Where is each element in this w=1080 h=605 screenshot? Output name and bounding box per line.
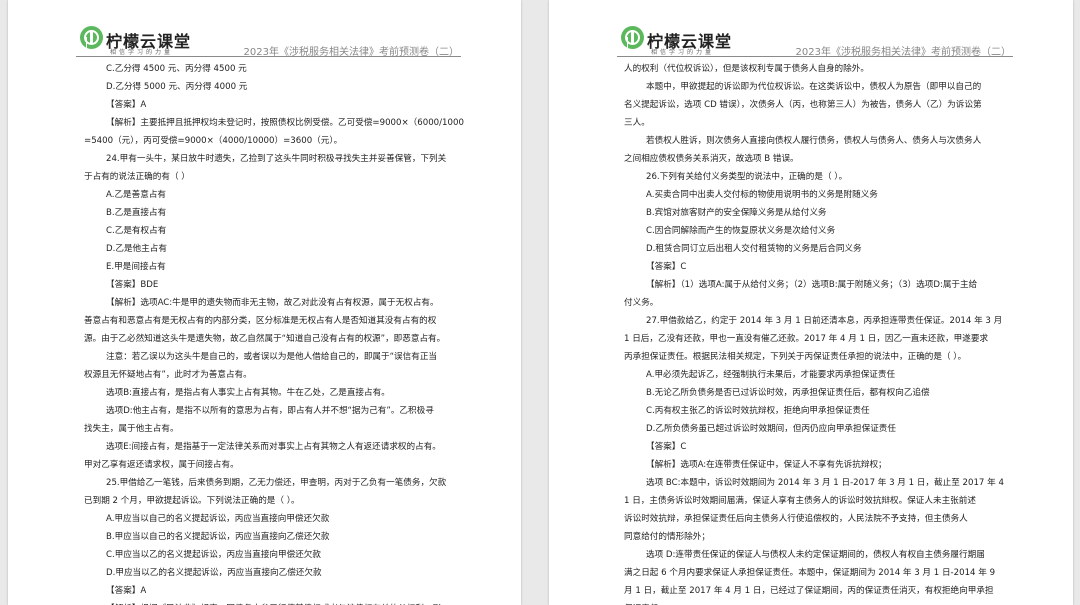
text-line: 选项 D:连带责任保证的保证人与债权人未约定保证期间的，债权人有权自主债务履行期… xyxy=(646,550,985,560)
brand-slogan: 相信学习的力量 xyxy=(110,49,174,56)
text-line: 本题中，甲欲提起的诉讼即为代位权诉讼。在这类诉讼中，债权人为原告（即甲以自己的 xyxy=(646,82,982,92)
text-line: 【答案】A xyxy=(106,100,147,110)
text-line: 甲对乙享有返还请求权，属于间接占有。 xyxy=(84,460,239,470)
text-line: A.甲必须先起诉乙，经强制执行未果后，才能要求丙承担保证责任 xyxy=(646,370,896,380)
text-line: D.甲应当以乙的名义提起诉讼，丙应当直接向乙偿还欠款 xyxy=(106,568,322,578)
text-line: 【答案】C xyxy=(646,442,687,452)
text-line: 于占有的说法正确的有（ ） xyxy=(84,172,190,182)
text-line: 丙承担保证责任。根据民法相关规定，下列关于丙保证责任承担的说法中，正确的是（ ）… xyxy=(624,352,967,362)
text-line: 若债权人胜诉，则次债务人直接向债权人履行债务，债权人与债务人、债务人与次债务人 xyxy=(646,136,982,146)
text-line: 选项B:直接占有，是指占有人事实上占有其物。牛在乙处，乙是直接占有。 xyxy=(106,388,390,398)
page-body: C.乙分得 4500 元、丙分得 4500 元 D.乙分得 5000 元、丙分得 … xyxy=(84,60,464,605)
text-line: 1 日后，乙没有还款，甲也一直没有催乙还款。2017 年 4 月 1 日，因乙一… xyxy=(624,334,989,344)
text-line: B.无论乙所负债务是否已过诉讼时效，丙承担保证责任后，都有权向乙追偿 xyxy=(646,388,930,398)
text-line: 【答案】C xyxy=(646,262,687,272)
text-line: 选项D:他主占有，是指不以所有的意思为占有，即占有人并不想“据为己有”。乙积极寻 xyxy=(106,406,434,416)
text-line: 【解析】根据《民法典》规定，因债务人怠于行使其债权或者与该债权有关的从权利，影 xyxy=(84,600,464,605)
text-line: 之间相应债权债务关系消灭，故选项 B 错误。 xyxy=(624,154,799,164)
text-line: E.甲是间接占有 xyxy=(106,262,166,272)
lemon-logo-icon xyxy=(621,26,644,49)
lemon-logo-icon xyxy=(80,26,103,49)
text-line: A.买卖合同中出卖人交付标的物使用说明书的义务是附随义务 xyxy=(646,190,878,200)
page-header: 柠檬云课堂 相信学习的力量 2023年《涉税服务相关法律》考前预测卷（二） xyxy=(549,0,1073,58)
text-line: B.甲应当以自己的名义提起诉讼，丙应当直接向乙偿还欠款 xyxy=(106,532,330,542)
header-divider xyxy=(76,56,461,57)
text-line: C.甲应当以乙的名义提起诉讼，丙应当直接向甲偿还欠款 xyxy=(106,550,321,560)
text-line: C.乙是有权占有 xyxy=(106,226,167,236)
text-line: =5400（元），丙可受偿=9000×（4000/10000）=3600（元）。 xyxy=(84,136,343,146)
text-line: 月 1 日，截止至 2017 年 4 月 1 日，已经过了保证期间，丙的保证责任… xyxy=(624,586,994,596)
text-line: C.丙有权主张乙的诉讼时效抗辩权，拒绝向甲承担保证责任 xyxy=(646,406,870,416)
text-line: 注意：若乙误以为这头牛是自己的，或者误以为是他人借给自己的，即属于“误信有正当 xyxy=(106,352,438,362)
text-line: 1 日，主债务诉讼时效期间届满，保证人享有主债务人的诉讼时效抗辩权。保证人未主张… xyxy=(624,496,976,506)
header-divider xyxy=(617,56,1013,57)
text-line: 付义务。 xyxy=(624,298,659,308)
text-line: 已到期 2 个月，甲欲提起诉讼。下列说法正确的是（ ）。 xyxy=(84,496,300,506)
text-line: D.乙分得 5000 元、丙分得 4000 元 xyxy=(106,82,248,92)
text-line: 【答案】A xyxy=(106,586,147,596)
text-line: 【解析】（1）选项A:属于从给付义务；（2）选项B:属于附随义务；（3）选项D:… xyxy=(646,280,978,290)
text-line: 选项 BC:本题中，诉讼时效期间为 2014 年 3 月 1 日-2017 年 … xyxy=(646,478,1004,488)
text-line: 【解析】主要抵押且抵押权均未登记时，按照债权比例受偿。乙可受偿=9000×（60… xyxy=(106,118,464,128)
text-line: 24.甲有一头牛，某日放牛时遗失，乙捡到了这头牛同时积极寻找失主并妥善保管，下列… xyxy=(106,154,447,164)
text-line: 26.下列有关给付义务类型的说法中，正确的是（ ）。 xyxy=(646,172,848,182)
document-page-left: 柠檬云课堂 相信学习的力量 2023年《涉税服务相关法律》考前预测卷（二） C.… xyxy=(8,0,521,605)
text-line: 三人。 xyxy=(624,118,650,128)
text-line: D.租赁合同订立后出租人交付租赁物的义务是后合同义务 xyxy=(646,244,862,254)
page-body: 人的权利（代位权诉讼），但是该权利专属于债务人自身的除外。本题中，甲欲提起的诉讼… xyxy=(624,60,1004,605)
text-line: A.乙是善意占有 xyxy=(106,190,167,200)
text-line: 人的权利（代位权诉讼），但是该权利专属于债务人自身的除外。 xyxy=(624,64,869,74)
text-line: 善意占有和恶意占有是无权占有的内部分类，区分标准是无权占有人是否知道其没有占有的… xyxy=(84,316,437,326)
text-line: B.宾馆对旅客财产的安全保障义务是从给付义务 xyxy=(646,208,827,218)
text-line: 同意给付的情形除外； xyxy=(624,532,710,542)
text-line: 满之日起 6 个月内要求保证人承担保证责任。本题中，保证期间为 2014 年 3… xyxy=(624,568,996,578)
text-line: 27.甲借款给乙，约定于 2014 年 3 月 1 日前还清本息，丙承担连带责任… xyxy=(646,316,1003,326)
page-header: 柠檬云课堂 相信学习的力量 2023年《涉税服务相关法律》考前预测卷（二） xyxy=(8,0,521,58)
brand-slogan: 相信学习的力量 xyxy=(651,49,715,56)
text-line: D.乙所负债务虽已超过诉讼时效期间，但丙仍应向甲承担保证责任 xyxy=(646,424,896,434)
text-line: 源。由于乙必然知道这头牛是遗失物，故乙自然属于“知道自己没有占有的权源”，即恶意… xyxy=(84,334,446,344)
text-line: B.乙是直接占有 xyxy=(106,208,167,218)
document-page-right: 柠檬云课堂 相信学习的力量 2023年《涉税服务相关法律》考前预测卷（二） 人的… xyxy=(549,0,1073,605)
text-line: C.乙分得 4500 元、丙分得 4500 元 xyxy=(106,64,247,74)
text-line: 【解析】选项A:在连带责任保证中，保证人不享有先诉抗辩权； xyxy=(646,460,887,470)
text-line: A.甲应当以自己的名义提起诉讼，丙应当直接向甲偿还欠款 xyxy=(106,514,330,524)
text-line: 【答案】BDE xyxy=(106,280,159,290)
text-line: D.乙是他主占有 xyxy=(106,244,167,254)
text-line: 保证责任。 xyxy=(624,600,1004,605)
text-line: C.因合同解除而产生的恢复原状义务是次给付义务 xyxy=(646,226,836,236)
text-line: 诉讼时效抗辩，承担保证责任后向主债务人行使追偿权的，人民法院不予支持，但主债务人 xyxy=(624,514,968,524)
text-line: 找失主，属于他主占有。 xyxy=(84,424,179,434)
text-line: 【解析】选项AC:牛是甲的遗失物而非无主物，故乙对此没有占有权源，属于无权占有。 xyxy=(106,298,439,308)
text-line: 25.甲借给乙一笔钱，后来债务到期，乙无力偿还，甲查明，丙对于乙负有一笔债务，欠… xyxy=(106,478,447,488)
text-line: 名义提起诉讼，选项 CD 错误），次债务人（丙，也称第三人）为被告，债务人（乙）… xyxy=(624,100,982,110)
text-line: 权源且无怀疑地占有”，此时才为善意占有。 xyxy=(84,370,252,380)
text-line: 选项E:间接占有，是指基于一定法律关系而对事实上占有其物之人有返还请求权的占有。 xyxy=(106,442,441,452)
